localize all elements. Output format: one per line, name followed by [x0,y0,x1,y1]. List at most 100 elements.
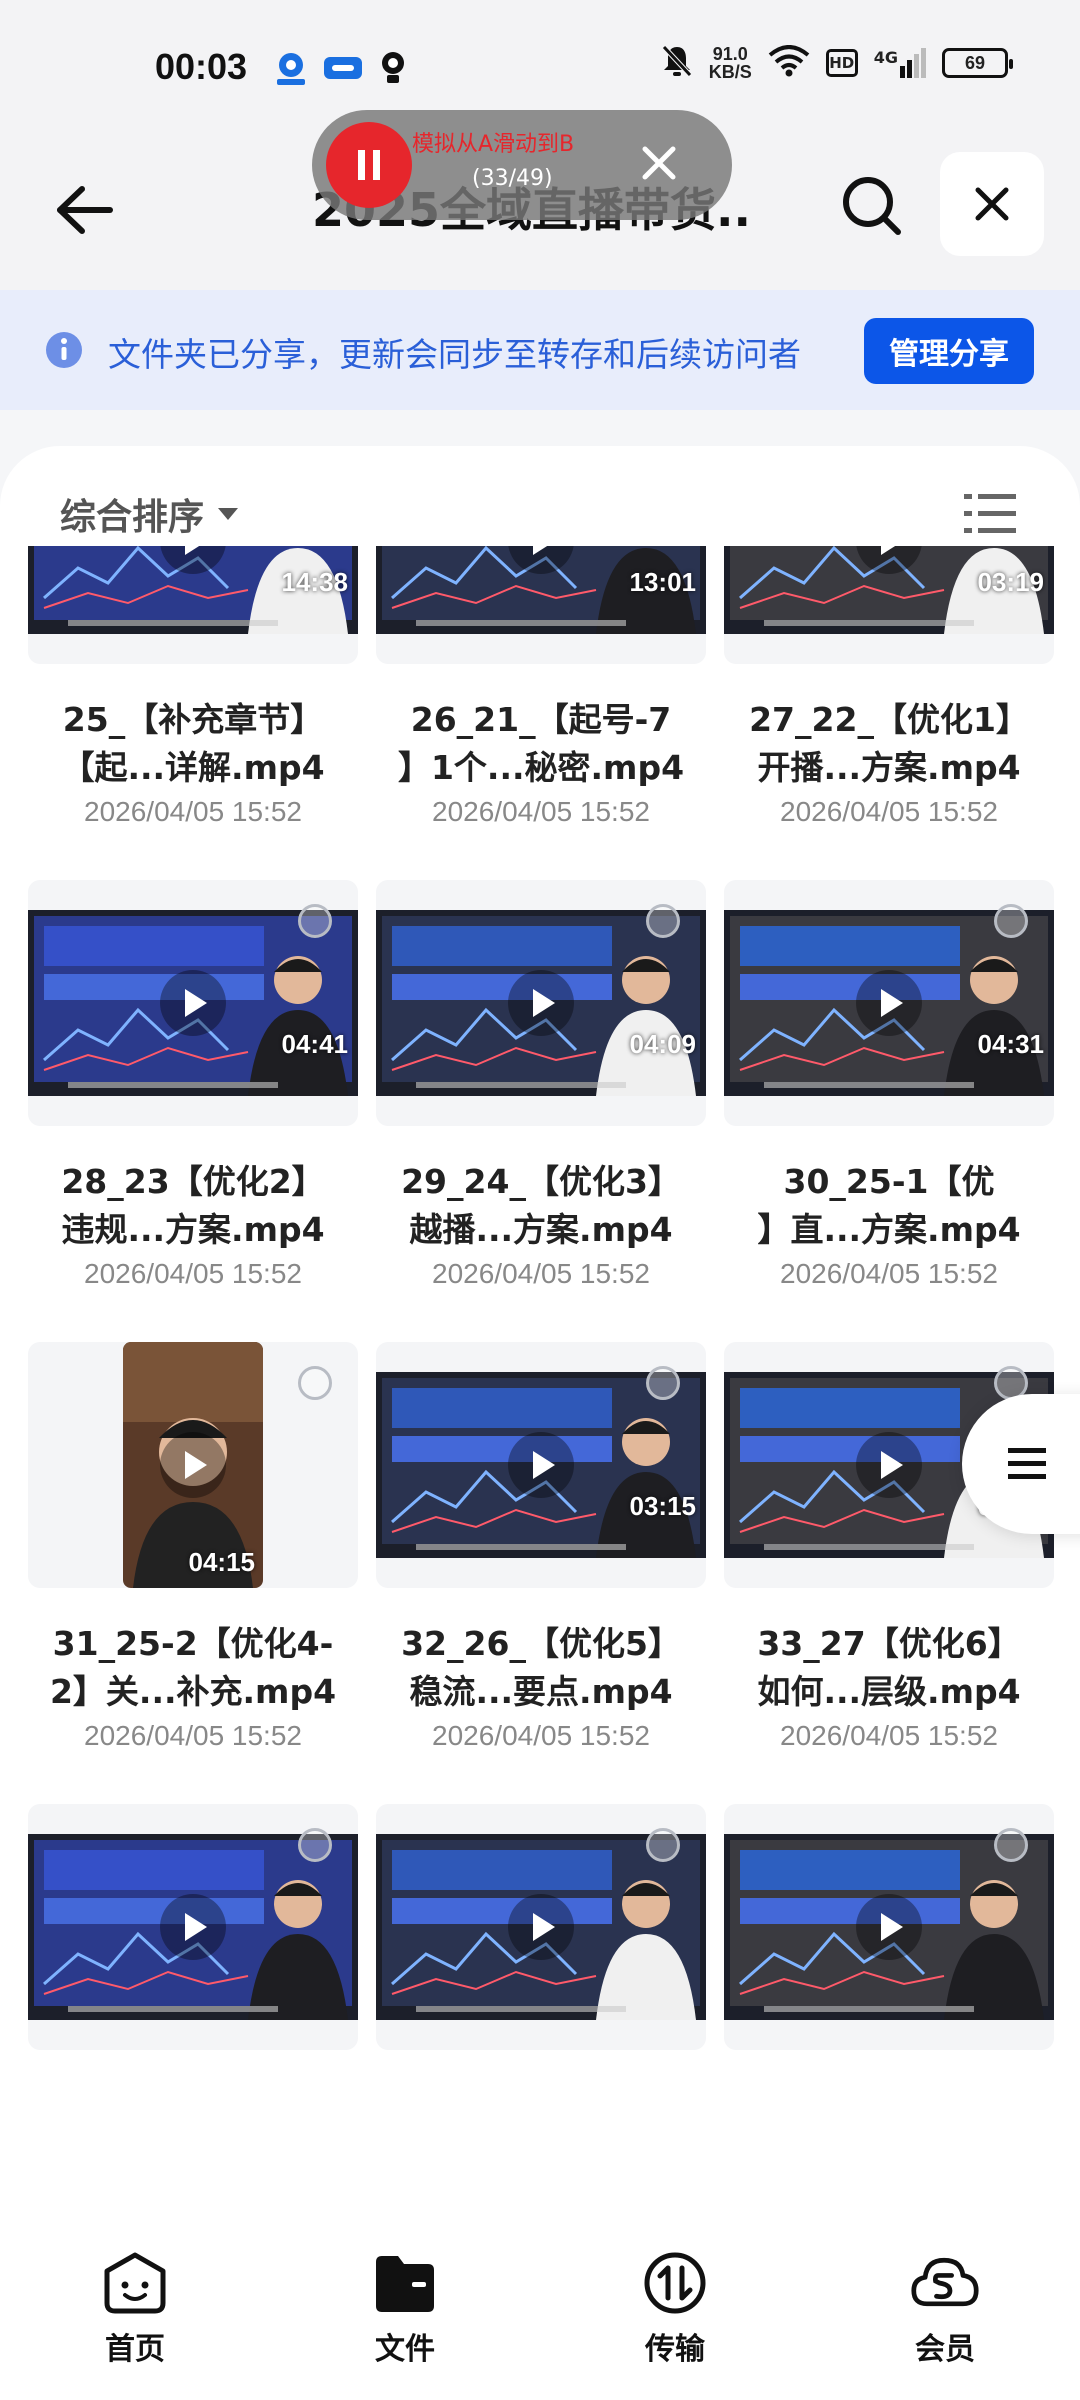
status-time: 00:03 [155,46,248,87]
video-thumbnail [724,1834,1054,2020]
select-checkbox[interactable] [298,1828,332,1862]
file-name: 26_21_【起号-7 】1个...秘密.mp4 [376,696,706,792]
cloud-notification-icon [322,48,364,88]
close-button[interactable] [940,152,1044,256]
nav-label: 传输 [645,2332,705,2367]
play-icon [160,1432,226,1498]
video-thumbnail-area[interactable]: 04:41 [28,880,358,1126]
back-button[interactable] [44,170,124,250]
select-checkbox[interactable] [298,1366,332,1400]
file-name-line2: 越播...方案.mp4 [409,1210,673,1249]
file-item[interactable] [28,1804,358,2206]
video-thumbnail-area[interactable] [376,1804,706,2050]
file-name: 29_24_【优化3】 越播...方案.mp4 [376,1158,706,1254]
file-item[interactable]: 04:41 28_23【优化2】 违规...方案.mp4 2026/04/05 15:… [28,880,358,1342]
video-thumbnail-area[interactable]: 03:15 [376,1342,706,1588]
file-date: 2026/04/05 15:52 [84,1258,302,1289]
info-icon [46,332,82,368]
file-name-line2: 2】关...补充.mp4 [49,1672,337,1711]
video-thumbnail: 14:38 [28,546,358,634]
file-date: 2026/04/05 15:52 [84,796,302,827]
video-duration: 03:15 [629,1491,697,1521]
select-checkbox[interactable] [994,1828,1028,1862]
select-checkbox[interactable] [646,1828,680,1862]
file-item[interactable]: 03:19 27_22_【优化1】 开播...方案.mp4 2026/04/05 15… [724,546,1054,880]
sort-dropdown[interactable]: 综合排序 [60,488,239,540]
signal-type: 4G [873,48,898,67]
gesture-recorder-overlay: 模拟从A滑动到B (33/49) [312,110,732,220]
video-duration: 04:09 [629,1029,697,1059]
video-thumbnail-area[interactable]: 04:15 [28,1342,358,1588]
nav-label: 文件 [375,2332,435,2367]
play-icon [856,1894,922,1960]
file-date: 2026/04/05 15:52 [780,1720,998,1751]
file-name-line1: 25_【补充章节】 [62,700,324,739]
nav-transfer[interactable]: 传输 [540,2206,810,2400]
video-thumbnail: 04:31 [724,910,1054,1096]
play-icon [856,1432,922,1498]
video-thumbnail-area[interactable] [724,1804,1054,2050]
back-arrow-icon [57,186,113,234]
select-checkbox[interactable] [298,904,332,938]
video-thumbnail-area[interactable]: 14:38 [28,546,358,664]
close-icon [642,146,676,180]
share-banner: 文件夹已分享，更新会同步至转存和后续访问者 管理分享 [0,290,1080,410]
net-speed-value: 91.0 [712,44,748,64]
file-name: 33_27【优化6】 如何...层级.mp4 [724,1620,1054,1716]
select-checkbox[interactable] [646,904,680,938]
hd-badge: HD [825,49,858,77]
vip-cloud-icon [910,2248,980,2318]
file-item[interactable] [376,1804,706,2206]
video-duration: 14:38 [281,567,349,597]
file-item[interactable]: 04:31 30_25-1【优 】直...方案.mp4 2026/04/05 15:5… [724,880,1054,1342]
file-name-line1: 33_27【优化6】 [757,1624,1021,1663]
video-thumbnail-area[interactable] [28,1804,358,2050]
video-thumbnail-area[interactable]: 03:19 [724,546,1054,664]
nav-vip[interactable]: 会员 [810,2206,1080,2400]
file-item[interactable]: 14:38 25_【补充章节】 【起...详解.mp4 2026/04/05 15:5… [28,546,358,880]
recorder-close-button[interactable] [634,138,684,188]
recorder-progress: (33/49) [472,166,553,191]
select-checkbox[interactable] [646,1366,680,1400]
video-thumbnail-area[interactable]: 04:31 [724,880,1054,1126]
file-item[interactable] [724,1804,1054,2206]
pause-bar [358,150,365,180]
file-name-line2: 开播...方案.mp4 [757,748,1021,787]
nav-home[interactable]: 首页 [0,2206,270,2400]
close-icon [975,187,1009,221]
file-item[interactable]: 03:15 32_26_【优化5】 稳流...要点.mp4 2026/04/05 15… [376,1342,706,1804]
video-thumbnail: 03:15 [376,1372,706,1558]
play-icon [508,1432,574,1498]
caret-down-icon [218,508,239,520]
battery-indicator: 69 [942,48,1013,78]
file-name: 25_【补充章节】 【起...详解.mp4 [28,696,358,792]
video-thumbnail-area[interactable]: 04:09 [376,880,706,1126]
select-checkbox[interactable] [994,904,1028,938]
file-name-line1: 26_21_【起号-7 [410,700,672,739]
file-name-line1: 32_26_【优化5】 [401,1624,681,1663]
signal-icon: 4G [874,48,926,78]
file-item[interactable]: 04:15 31_25-2【优化4- 2】关...补充.mp4 2026/04/05 … [28,1342,358,1804]
file-grid-viewport[interactable]: 22_【...】】先...定号.mp42026/04/05 15:52 23_【… [0,546,1080,2206]
file-name-line1: 31_25-2【优化4- [52,1624,334,1663]
search-button[interactable] [832,166,912,246]
nav-files[interactable]: 文件 [270,2206,540,2400]
share-banner-text: 文件夹已分享，更新会同步至转存和后续访问者 [108,335,801,374]
play-icon [508,1894,574,1960]
manage-share-button[interactable]: 管理分享 [864,318,1034,384]
play-icon [160,1894,226,1960]
file-name: 31_25-2【优化4- 2】关...补充.mp4 [28,1620,358,1716]
recorder-pause-button[interactable] [326,122,412,208]
file-item[interactable]: 13:01 26_21_【起号-7 】1个...秘密.mp4 2026/04/05 1… [376,546,706,880]
file-name: 32_26_【优化5】 稳流...要点.mp4 [376,1620,706,1716]
file-item[interactable]: 04:09 29_24_【优化3】 越播...方案.mp4 2026/04/05 15… [376,880,706,1342]
video-thumbnail: 13:01 [376,546,706,634]
file-date: 2026/04/05 15:52 [780,1258,998,1289]
list-view-icon[interactable] [964,492,1016,536]
nav-label: 首页 [105,2332,165,2367]
video-thumbnail-area[interactable]: 13:01 [376,546,706,664]
file-name-line1: 29_24_【优化3】 [401,1162,681,1201]
nav-label: 会员 [915,2332,975,2367]
file-date: 2026/04/05 15:52 [432,1258,650,1289]
file-name-line2: 如何...层级.mp4 [757,1672,1021,1711]
